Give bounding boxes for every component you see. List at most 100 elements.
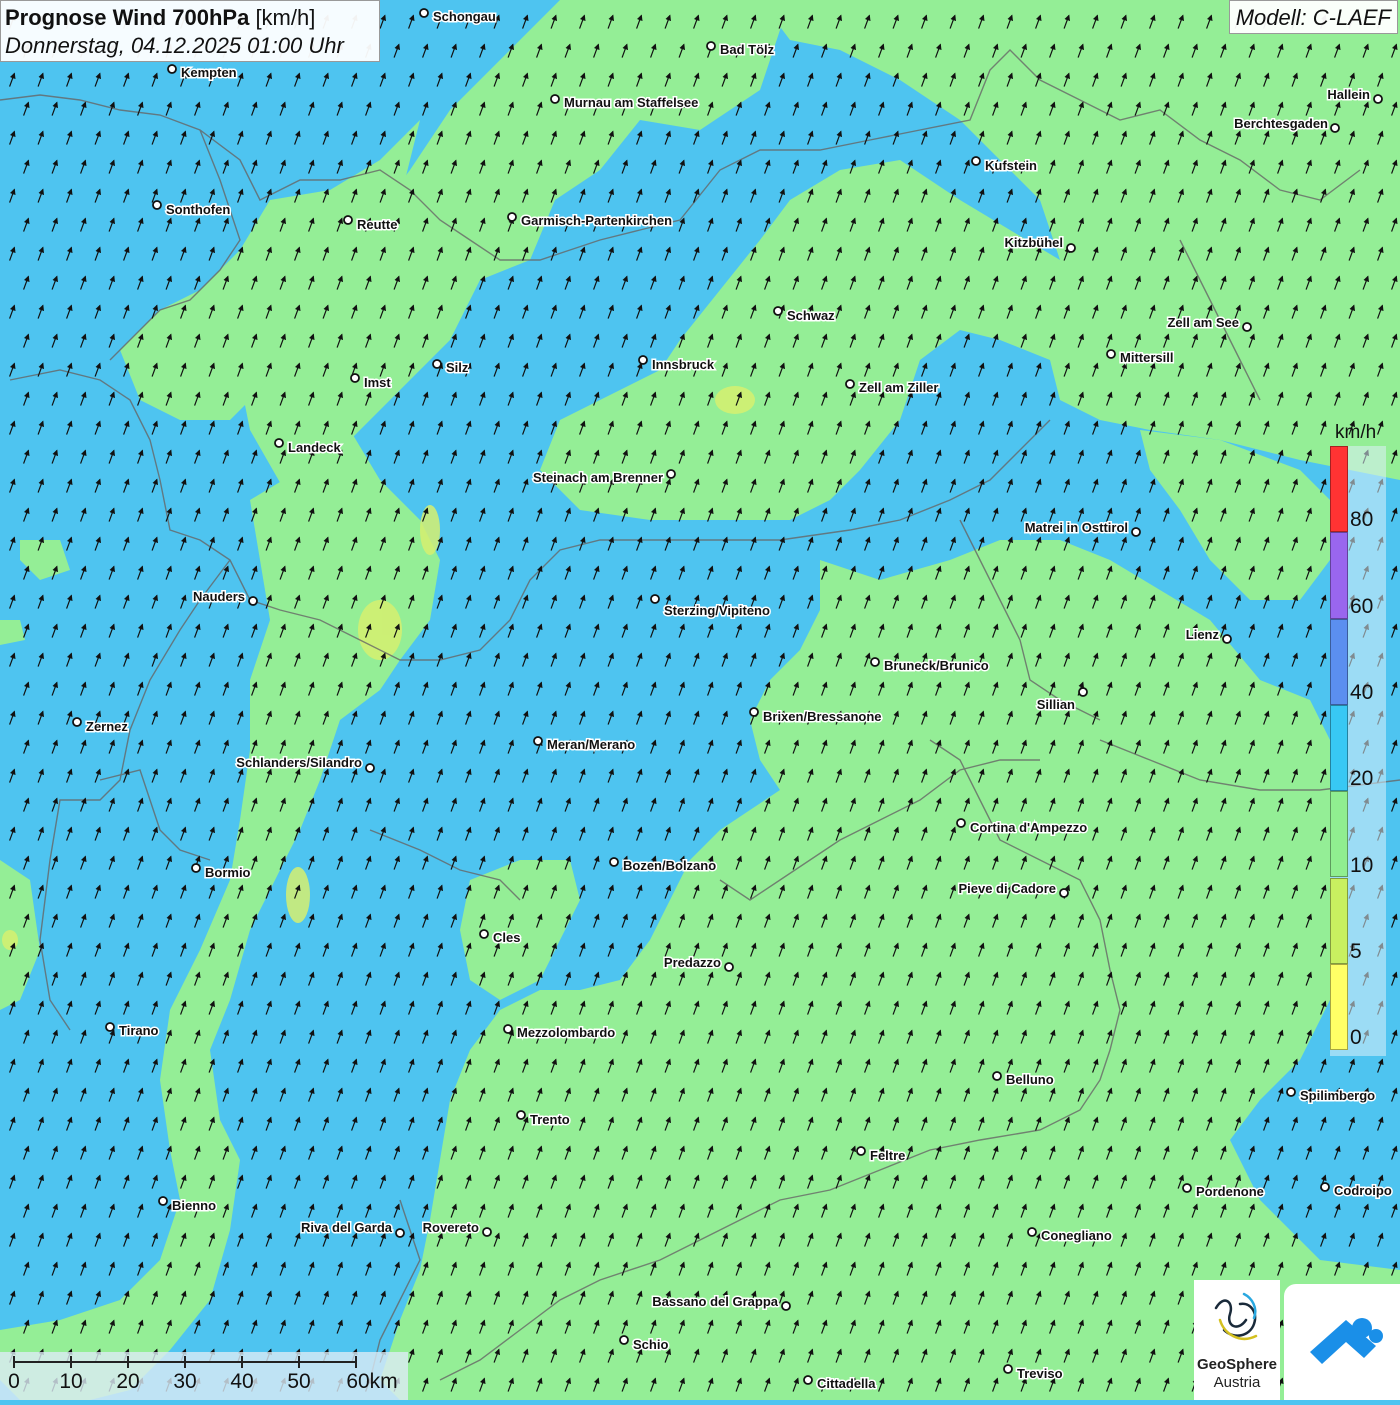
city-label: Bad Tölz	[720, 42, 775, 57]
city-dot	[248, 596, 258, 606]
scale-bar-label: 30	[173, 1370, 197, 1393]
city-dot	[845, 379, 855, 389]
city-dot	[666, 469, 676, 479]
city-label: Schio	[633, 1337, 668, 1352]
legend-tick-label: 0	[1350, 1026, 1362, 1050]
map-title-unit: [km/h]	[255, 5, 316, 30]
city-dot	[1003, 1364, 1013, 1374]
geosphere-country: Austria	[1213, 1374, 1261, 1391]
city-label: Imst	[364, 375, 391, 390]
city-dot	[1182, 1183, 1192, 1193]
map-title: Prognose Wind 700hPa [km/h]	[5, 4, 375, 32]
city-dot	[503, 1024, 513, 1034]
city-dot	[152, 200, 162, 210]
city-marker: Schlanders/Silandro	[235, 754, 375, 773]
city-dot	[992, 1071, 1002, 1081]
city-marker: Pieve di Cadore	[957, 880, 1069, 898]
city-label: Bienno	[172, 1198, 216, 1213]
city-label: Zell am Ziller	[859, 380, 938, 395]
city-dot	[803, 1375, 813, 1385]
city-dot	[1059, 888, 1069, 898]
city-label: Sterzing/Vipiteno	[664, 603, 770, 618]
city-label: Codroipo	[1334, 1183, 1392, 1198]
city-dot	[507, 212, 517, 222]
city-dot	[350, 373, 360, 383]
city-marker: Mezzolombardo	[503, 1024, 617, 1042]
legend-tick-label: 40	[1350, 680, 1374, 704]
city-marker: Steinach am Brenner	[531, 469, 676, 487]
model-label: Modell: C-LAEF	[1228, 0, 1398, 34]
city-dot	[1027, 1227, 1037, 1237]
legend-color-swatch	[1330, 618, 1348, 705]
scale-bar-label: 0	[8, 1370, 20, 1393]
city-label: Belluno	[1006, 1072, 1054, 1087]
city-label: Reutte	[357, 217, 397, 232]
city-label: Silz	[446, 360, 469, 375]
city-label: Meran/Merano	[547, 737, 635, 752]
city-dot	[550, 94, 560, 104]
geosphere-logo[interactable]: GeoSphere Austria	[1194, 1280, 1280, 1400]
city-dot	[1286, 1087, 1296, 1097]
city-dot	[956, 818, 966, 828]
city-marker: Bruneck/Brunico	[870, 657, 990, 675]
scale-bar-label: 50	[287, 1370, 311, 1393]
weather-app-logo[interactable]	[1284, 1284, 1400, 1400]
city-dot	[1222, 634, 1232, 644]
city-dot	[479, 929, 489, 939]
city-dot	[706, 41, 716, 51]
city-marker: Bassano del Grappa	[651, 1293, 791, 1311]
city-label: Predazzo	[664, 955, 721, 970]
wind-map: Schongau Bad Tölz Kempten Murnau am Staffel…	[0, 0, 1400, 1400]
city-dot	[638, 355, 648, 365]
legend-color-swatch	[1330, 446, 1348, 533]
city-marker: Brixen/Bressanone	[749, 707, 883, 726]
city-label: Brixen/Bressanone	[763, 709, 882, 724]
legend-color-swatch	[1330, 963, 1348, 1051]
city-label: Cittadella	[817, 1376, 876, 1391]
city-dot	[395, 1228, 405, 1238]
legend-tick-label: 20	[1350, 767, 1374, 791]
city-label: Schlanders/Silandro	[236, 755, 362, 770]
city-dot	[432, 359, 442, 369]
city-label: Cortina d'Ampezzo	[970, 820, 1087, 835]
city-label: Pieve di Cadore	[958, 881, 1056, 896]
city-label: Sonthofen	[166, 202, 230, 217]
city-dot	[619, 1335, 629, 1345]
city-label: Treviso	[1017, 1366, 1063, 1381]
city-label: Mezzolombardo	[517, 1025, 615, 1040]
map-title-main: Prognose Wind 700hPa	[5, 5, 250, 30]
city-label: Sillian	[1037, 697, 1075, 712]
city-dot	[105, 1022, 115, 1032]
city-label: Schongau	[433, 9, 496, 24]
cloud-arrow-icon	[1310, 1318, 1383, 1364]
scale-bar-label: 40	[230, 1370, 254, 1393]
city-dot	[1373, 94, 1383, 104]
scale-bar-label: 10	[59, 1370, 83, 1393]
city-dot	[1131, 527, 1141, 537]
city-marker: Riva del Garda	[299, 1219, 405, 1238]
geosphere-name: GeoSphere	[1196, 1356, 1278, 1373]
city-label: Conegliano	[1041, 1228, 1112, 1243]
title-box: Prognose Wind 700hPa [km/h] Donnerstag, …	[0, 0, 380, 62]
city-dot	[856, 1146, 866, 1156]
legend-tick-label: 80	[1350, 508, 1374, 532]
city-label: Lienz	[1186, 627, 1220, 642]
city-dot	[1066, 243, 1076, 253]
city-label: Murnau am Staffelsee	[564, 95, 698, 110]
city-dot	[1106, 349, 1116, 359]
city-marker: Zell am Ziller	[845, 379, 940, 397]
city-label: Spilimbergo	[1300, 1088, 1375, 1103]
city-dot	[1242, 322, 1252, 332]
city-label: Kufstein	[985, 158, 1037, 173]
city-label: Steinach am Brenner	[533, 470, 663, 485]
city-dot	[191, 863, 201, 873]
city-label: Berchtesgaden	[1234, 116, 1328, 131]
city-dot	[1078, 687, 1088, 697]
city-label: Schwaz	[787, 308, 835, 323]
scale-bar-label: 20	[116, 1370, 140, 1393]
city-marker: Bozen/Bolzano	[609, 857, 718, 875]
city-label: Riva del Garda	[301, 1220, 393, 1235]
city-dot	[773, 306, 783, 316]
legend-color-swatch	[1330, 877, 1348, 964]
city-dot	[274, 438, 284, 448]
